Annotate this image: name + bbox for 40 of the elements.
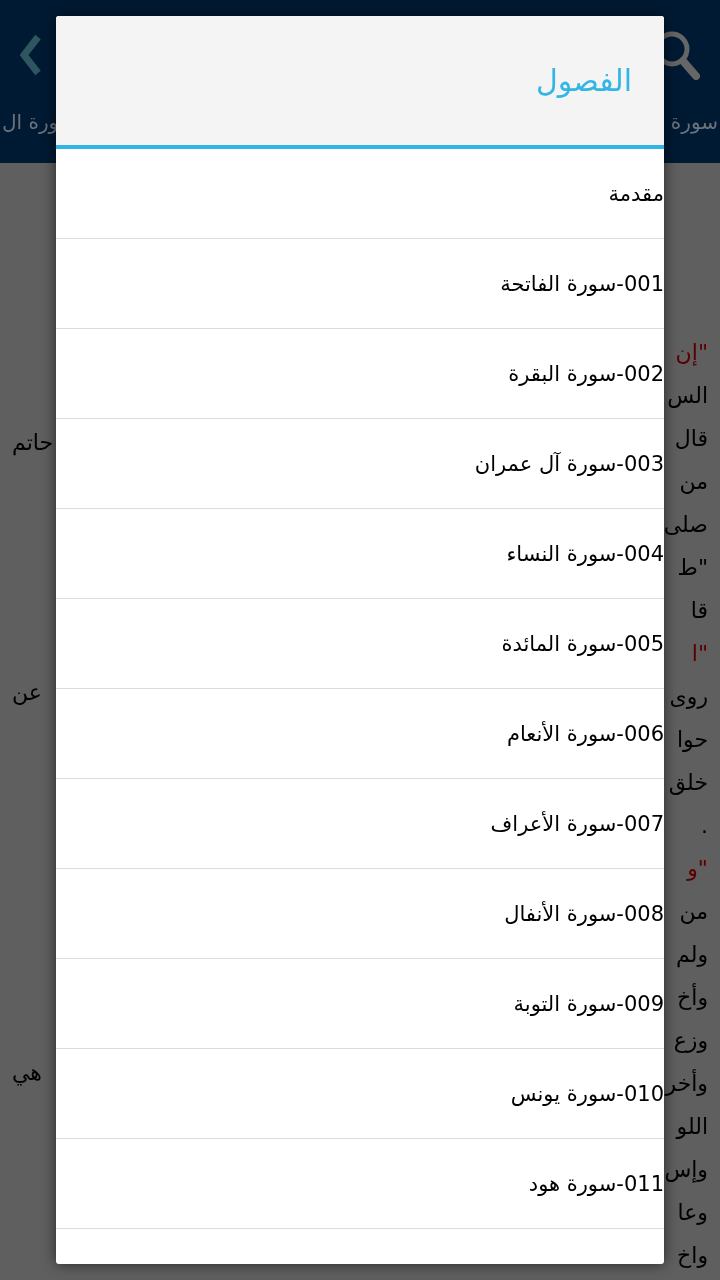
body-text-fragment: صلى [663, 511, 708, 539]
chapter-item[interactable]: 005-سورة المائدة [56, 599, 664, 689]
body-text-fragment: ولم [676, 941, 708, 970]
body-text-fragment: قا [690, 597, 708, 625]
chapter-item[interactable]: مقدمة [56, 149, 664, 239]
body-text-fragment: وأخ [677, 982, 708, 1012]
chapter-item[interactable]: 009-سورة التوبة [56, 959, 664, 1049]
body-text-fragment: "ا [691, 640, 708, 668]
body-text-fragment: وإس [664, 1156, 708, 1185]
chapter-item[interactable]: 002-سورة البقرة [56, 329, 664, 419]
body-text-fragment: واخ [677, 1242, 708, 1270]
body-text-fragment: وزع [673, 1027, 708, 1055]
body-text-fragment: اللو [676, 1113, 708, 1141]
chapter-item[interactable]: 001-سورة الفاتحة [56, 239, 664, 329]
chapter-item[interactable]: 010-سورة يونس [56, 1049, 664, 1139]
chapter-item[interactable]: 003-سورة آل عمران [56, 419, 664, 509]
body-text-fragment: قال [674, 425, 708, 453]
chapter-item[interactable]: 008-سورة الأنفال [56, 869, 664, 959]
body-text-fragment: وأخر [665, 1068, 708, 1096]
body-text-fragment: خلق [668, 769, 708, 797]
body-text-fragment: روى [669, 683, 708, 711]
body-text-fragment: حاتم [12, 430, 54, 455]
body-text-fragment: من [679, 468, 708, 496]
chapter-item[interactable]: 006-سورة الأنعام [56, 689, 664, 779]
chapter-item[interactable]: 004-سورة النساء [56, 509, 664, 599]
chapter-item[interactable]: 011-سورة هود [56, 1139, 664, 1229]
body-text-fragment: الس [667, 382, 708, 410]
body-text-fragment: "إن [675, 339, 708, 368]
body-text-fragment: "و [687, 855, 708, 883]
body-text-fragment: "ط [677, 554, 708, 582]
tab-label[interactable]: سورة [670, 110, 718, 134]
body-text-fragment: وعا [677, 1199, 708, 1227]
body-text-fragment: من [679, 898, 708, 926]
body-text-fragment: عن [12, 680, 42, 705]
body-text-fragment: هي [12, 1060, 42, 1085]
chapter-item[interactable]: 007-سورة الأعراف [56, 779, 664, 869]
dialog-title: الفصول [536, 63, 632, 98]
body-text-fragment: حوا [676, 726, 708, 754]
tab-label[interactable]: ورة ال [2, 110, 59, 134]
body-text-fragment: . [701, 812, 708, 840]
